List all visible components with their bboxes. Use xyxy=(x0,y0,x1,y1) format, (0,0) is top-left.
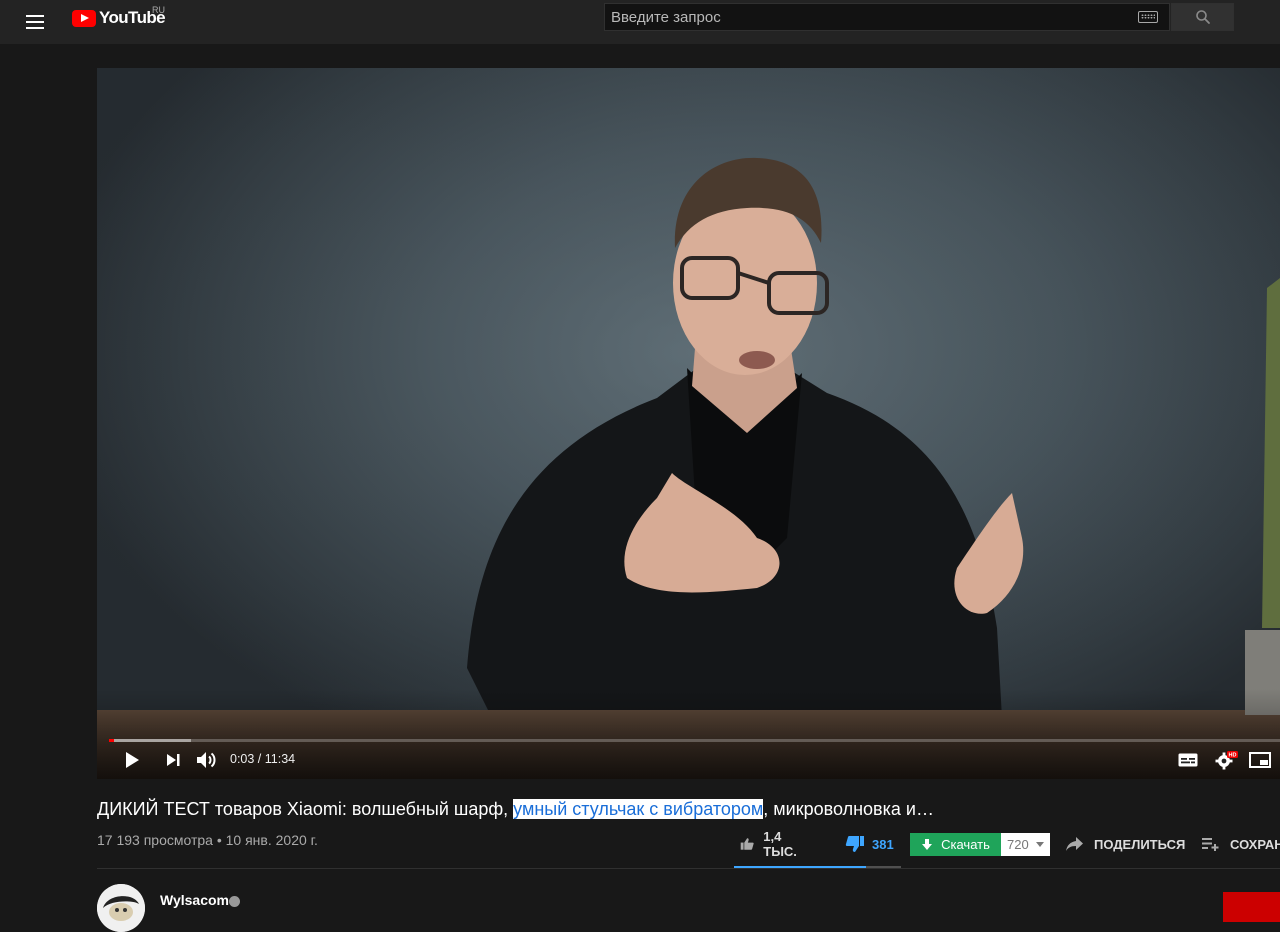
gear-icon: HD xyxy=(1215,751,1238,770)
quality-select[interactable]: 720 xyxy=(1001,833,1050,856)
share-label: ПОДЕЛИТЬСЯ xyxy=(1094,836,1186,852)
quality-value: 720 xyxy=(1007,837,1029,852)
like-button[interactable]: 1,4 ТЫС. xyxy=(740,829,803,859)
video-player[interactable]: 0:03 / 11:34 HD xyxy=(97,68,1280,779)
view-count-date: 17 193 просмотра • 10 янв. 2020 г. xyxy=(97,832,318,848)
skip-next-icon xyxy=(167,754,180,766)
menu-icon-bar xyxy=(26,21,44,23)
subtitles-button[interactable] xyxy=(1175,747,1201,773)
time-display: 0:03 / 11:34 xyxy=(230,752,296,766)
search-icon xyxy=(1195,10,1210,24)
channel-avatar[interactable] xyxy=(97,884,145,932)
title-start: ДИКИЙ ТЕСТ товаров Xiaomi: волшебный шар… xyxy=(97,799,514,819)
keyboard-icon[interactable] xyxy=(1138,11,1158,23)
next-button[interactable] xyxy=(160,747,186,773)
download-label: Скачать xyxy=(941,837,990,852)
meta-divider xyxy=(97,868,1280,869)
progress-buffered xyxy=(109,739,191,742)
save-button[interactable]: СОХРАН xyxy=(1202,830,1280,858)
download-button[interactable]: Скачать xyxy=(910,833,1001,856)
subtitles-icon xyxy=(1178,753,1198,767)
settings-button[interactable]: HD xyxy=(1211,747,1241,773)
miniplayer-icon xyxy=(1249,752,1271,768)
progress-bar[interactable] xyxy=(109,739,1280,742)
search-button[interactable] xyxy=(1171,3,1234,31)
menu-icon-bar xyxy=(26,15,44,17)
verified-badge-icon xyxy=(229,896,240,907)
title-selected-text: умный стульчак с вибратором xyxy=(513,799,764,819)
like-count: 1,4 ТЫС. xyxy=(763,829,797,859)
hd-badge: HD xyxy=(1229,753,1237,759)
menu-icon-bar xyxy=(26,27,44,29)
playlist-add-icon xyxy=(1202,838,1219,851)
mute-button[interactable] xyxy=(194,747,220,773)
miniplayer-button[interactable] xyxy=(1247,747,1273,773)
youtube-play-icon xyxy=(72,9,96,27)
title-end: , микроволновка и… xyxy=(763,799,934,819)
dislike-button[interactable]: 381 xyxy=(845,830,894,858)
channel-name[interactable]: Wylsacom xyxy=(160,892,229,908)
search-input[interactable] xyxy=(605,4,1138,30)
thumb-down-icon xyxy=(845,836,864,852)
search-box xyxy=(604,3,1170,31)
masthead: YouTube RU xyxy=(0,0,1280,44)
video-frame xyxy=(97,68,1280,779)
country-code: RU xyxy=(152,5,165,15)
download-arrow-icon xyxy=(922,838,933,850)
share-icon xyxy=(1066,837,1083,851)
share-button[interactable]: ПОДЕЛИТЬСЯ xyxy=(1066,830,1185,858)
chevron-down-icon xyxy=(1036,842,1044,847)
youtube-logo[interactable]: YouTube RU xyxy=(72,5,166,29)
avatar-image xyxy=(97,884,145,932)
play-button[interactable] xyxy=(119,747,145,773)
video-title: ДИКИЙ ТЕСТ товаров Xiaomi: волшебный шар… xyxy=(97,797,1280,821)
thumb-up-icon xyxy=(740,838,754,850)
save-label: СОХРАН xyxy=(1230,836,1280,852)
guide-menu-button[interactable] xyxy=(20,10,50,34)
volume-icon xyxy=(197,752,216,768)
play-icon xyxy=(126,752,139,768)
subscribe-button[interactable] xyxy=(1223,892,1280,922)
progress-played xyxy=(109,739,114,742)
dislike-count: 381 xyxy=(872,836,894,852)
